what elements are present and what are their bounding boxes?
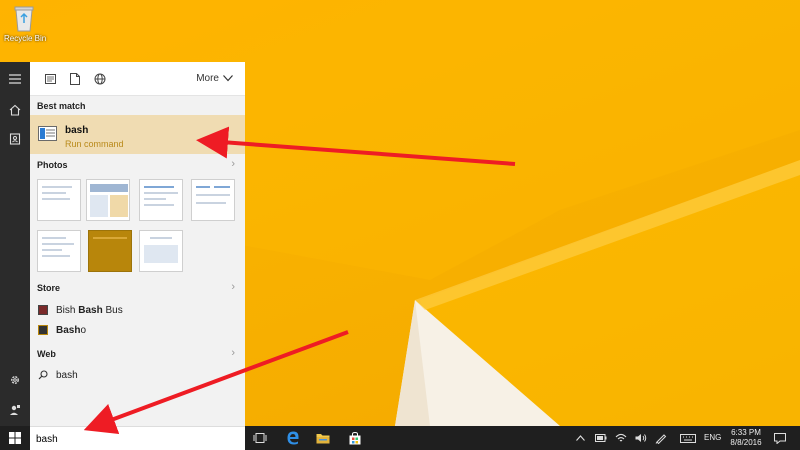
photo-thumbnail[interactable] [86,179,130,221]
chevron-down-icon [223,75,233,82]
store-result-label: Bish Bash Bus [56,304,123,316]
file-explorer-button[interactable] [308,426,338,450]
clock-date: 8/8/2016 [730,438,762,447]
document-icon[interactable] [67,72,83,86]
photo-thumbnail[interactable] [191,179,235,221]
task-view-button[interactable] [245,426,275,450]
best-match-result[interactable]: bash Run command [30,115,245,154]
search-box[interactable] [30,426,245,450]
store-chevron-right-icon[interactable]: › [231,281,235,293]
store-icon [349,431,361,444]
more-filters-button[interactable]: More [196,73,233,84]
recycle-bin-icon [12,4,36,32]
taskbar-clock[interactable]: 6:33 PM 8/8/2016 [729,428,763,448]
windows-logo-icon [9,432,21,444]
best-match-title: bash [65,125,89,136]
action-center-button[interactable] [772,426,788,450]
edge-browser-icon [287,431,299,445]
store-header: Store [37,283,61,293]
search-filter-bar: More [30,62,245,96]
touch-keyboard-icon[interactable] [678,426,698,450]
clock-time: 6:33 PM [731,428,761,437]
file-explorer-icon [316,434,330,444]
run-command-icon [38,126,57,141]
hamburger-menu-icon[interactable] [0,66,30,92]
notebook-icon[interactable] [0,126,30,152]
photos-header: Photos [37,160,68,170]
store-result-bish-bash-bus[interactable]: Bish Bash Bus [30,300,245,320]
store-result-basho[interactable]: Basho [30,320,245,340]
wifi-icon[interactable] [614,426,628,450]
search-results-panel: More Best match bash Run command Photos … [30,62,245,426]
best-match-header: Best match [37,101,86,111]
battery-icon[interactable] [594,426,608,450]
store-button[interactable] [340,426,370,450]
feedback-icon[interactable] [0,397,30,423]
search-input[interactable] [36,432,236,446]
apps-icon[interactable] [42,72,58,86]
start-button[interactable] [0,426,30,450]
photo-thumbnail[interactable] [37,179,81,221]
app-tile-icon [38,325,48,335]
show-hidden-icons-button[interactable] [574,426,586,450]
best-match-subtitle: Run command [65,139,124,149]
search-icon [38,370,48,380]
recycle-bin[interactable]: Recycle Bin [4,4,47,43]
start-rail [0,62,30,426]
web-chevron-right-icon[interactable]: › [231,347,235,359]
photos-chevron-right-icon[interactable]: › [231,158,235,170]
edge-browser-button[interactable] [278,426,308,450]
pen-workspace-icon[interactable] [654,426,668,450]
settings-gear-icon[interactable] [0,367,30,393]
task-view-icon [253,433,267,443]
store-result-label: Basho [56,324,87,336]
chevron-up-icon [575,435,585,441]
web-header: Web [37,349,56,359]
volume-icon[interactable] [634,426,648,450]
photo-thumbnail[interactable] [88,230,132,272]
photo-thumbnail[interactable] [37,230,81,272]
photo-thumbnail[interactable] [139,179,183,221]
more-label: More [196,73,219,84]
notification-icon [774,432,786,444]
app-tile-icon [38,305,48,315]
recycle-bin-label: Recycle Bin [4,34,47,43]
input-language-indicator[interactable]: ENG [704,433,721,442]
web-search-result[interactable]: bash [30,365,245,385]
web-query-label: bash [56,369,78,381]
web-globe-icon[interactable] [92,72,108,86]
photo-thumbnail[interactable] [139,230,183,272]
home-icon[interactable] [0,97,30,123]
